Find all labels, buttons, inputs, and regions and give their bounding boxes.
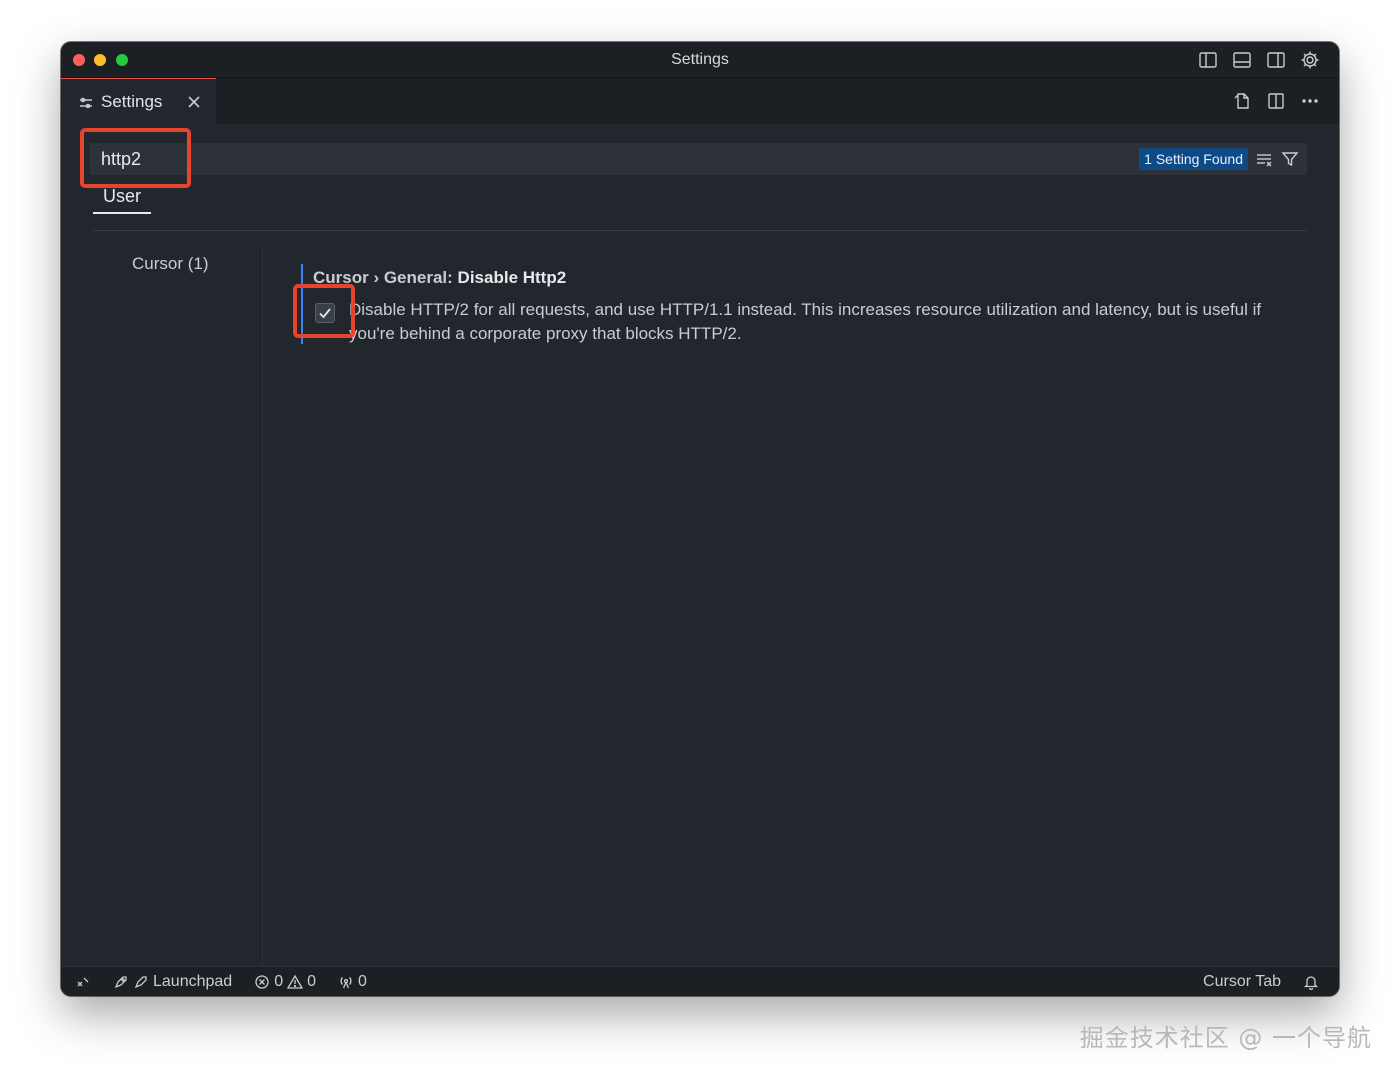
broadcast-icon [340, 976, 352, 988]
title-bar: Settings [61, 42, 1339, 78]
divider [93, 230, 1307, 231]
settings-window: Settings Settings http2 1 Setting Found … [61, 42, 1339, 996]
tab-user[interactable]: User [93, 186, 151, 214]
launchpad-label: Launchpad [153, 972, 233, 990]
rocket-icon [114, 975, 127, 988]
settings-toc: Cursor (1) [61, 246, 263, 966]
window-title: Settings [671, 51, 729, 68]
warning-icon [287, 974, 304, 989]
problems-indicator[interactable]: 0 0 [254, 973, 316, 991]
settings-search-box: 1 Setting Found [90, 143, 1307, 175]
toggle-primary-sidebar-icon[interactable] [1197, 49, 1219, 71]
ports-count: 0 [358, 972, 367, 990]
watermark: 掘金技术社区 @ 一个导航 [1079, 1024, 1372, 1052]
setting-description: Disable HTTP/2 for all requests, and use… [349, 300, 1262, 343]
status-bar: Launchpad 0 0 0 Cursor Tab [61, 966, 1339, 996]
open-settings-json-icon[interactable] [1231, 90, 1253, 112]
settings-editor: 1 Setting Found User Cursor (1) Cursor ›… [61, 124, 1339, 966]
tab-settings[interactable]: Settings [61, 78, 216, 124]
toc-item-cursor[interactable]: Cursor (1) [132, 254, 209, 274]
remote-icon [77, 977, 89, 986]
search-highlight-box [80, 128, 191, 188]
cursor-tab-label: Cursor Tab [1203, 972, 1281, 990]
close-icon[interactable] [186, 94, 202, 110]
cursor-tab-button[interactable]: Cursor Tab [1203, 973, 1281, 991]
toggle-panel-icon[interactable] [1231, 49, 1253, 71]
split-editor-icon[interactable] [1265, 90, 1287, 112]
error-count: 0 [274, 972, 284, 990]
editor-tab-bar: Settings [61, 78, 1339, 124]
clear-filter-icon[interactable] [1254, 148, 1274, 170]
ports-indicator[interactable]: 0 [338, 973, 367, 991]
notifications-button[interactable] [1303, 974, 1319, 990]
checkbox-highlight-box [293, 284, 355, 338]
settings-sliders-icon [79, 95, 93, 109]
rocket-outline-icon [134, 975, 147, 988]
filter-icon[interactable] [1280, 148, 1300, 170]
gear-icon[interactable] [1299, 49, 1321, 71]
results-count-badge: 1 Setting Found [1139, 148, 1248, 170]
warning-count: 0 [307, 972, 316, 990]
tab-label: Settings [101, 91, 163, 111]
toggle-secondary-sidebar-icon[interactable] [1265, 49, 1287, 71]
setting-name: Disable Http2 [457, 268, 567, 287]
error-icon [255, 974, 269, 989]
remote-indicator[interactable] [75, 974, 91, 990]
launchpad-button[interactable]: Launchpad [113, 973, 232, 991]
bell-icon [1303, 975, 1319, 990]
more-actions-icon[interactable] [1299, 90, 1321, 112]
